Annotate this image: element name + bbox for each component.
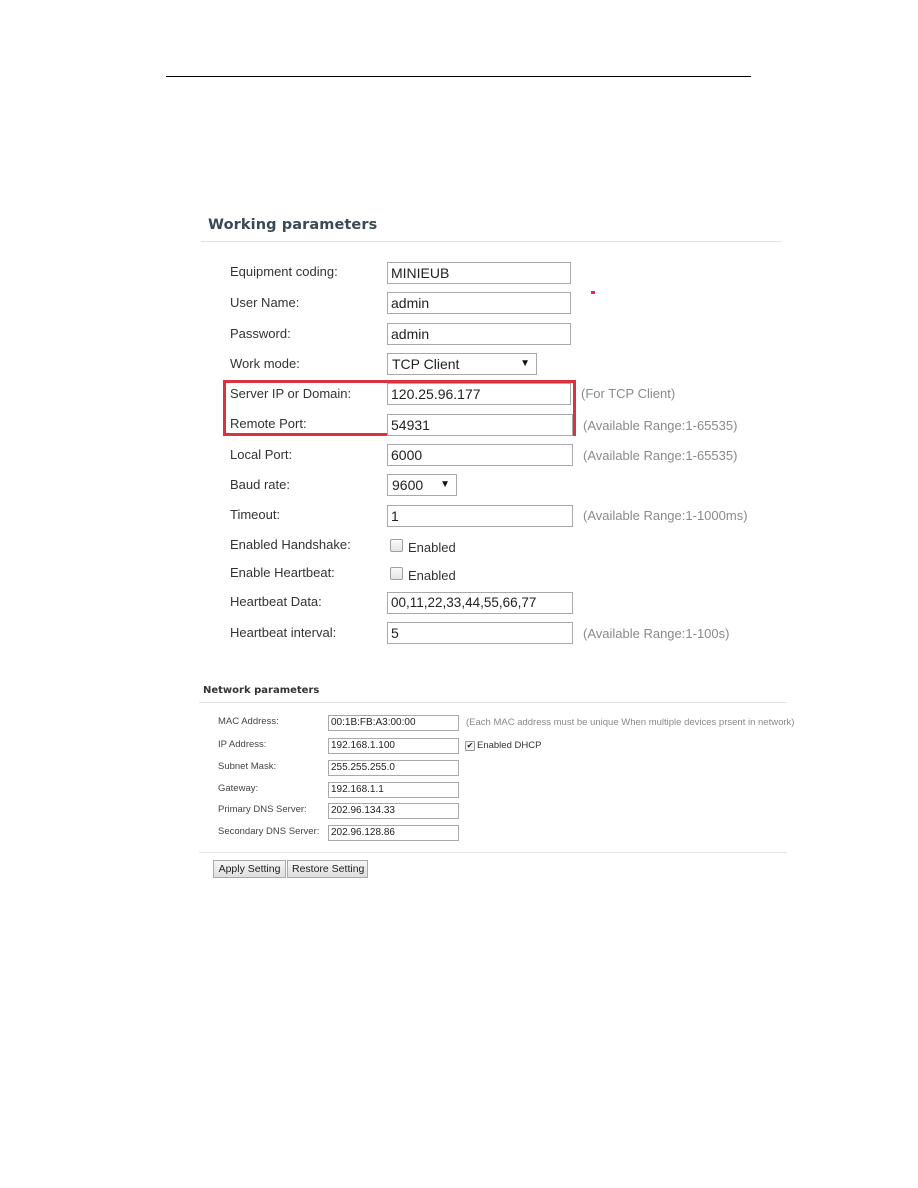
apply-setting-button[interactable]: Apply Setting — [213, 860, 286, 878]
page-header-rule — [166, 76, 751, 77]
mac-address-label: MAC Address: — [218, 716, 279, 727]
handshake-checkbox[interactable] — [390, 539, 403, 552]
local-port-hint: (Available Range:1-65535) — [583, 448, 738, 463]
local-port-input[interactable]: 6000 — [387, 444, 573, 466]
user-name-input[interactable]: admin — [387, 292, 571, 314]
dropdown-arrow-icon: ▼ — [440, 479, 450, 490]
work-mode-select[interactable]: TCP Client ▼ — [387, 353, 537, 375]
baud-rate-value: 9600 — [392, 477, 424, 493]
heartbeat-label: Enable Heartbeat: — [230, 565, 335, 580]
primary-dns-label: Primary DNS Server: — [218, 804, 307, 815]
checkmark-icon: ✔ — [466, 741, 474, 750]
heartbeat-interval-label: Heartbeat interval: — [230, 625, 337, 640]
dropdown-arrow-icon: ▼ — [520, 358, 530, 369]
work-mode-value: TCP Client — [392, 356, 460, 372]
server-ip-label: Server IP or Domain: — [230, 386, 352, 401]
heartbeat-interval-hint: (Available Range:1-100s) — [583, 626, 730, 641]
baud-rate-label: Baud rate: — [230, 477, 290, 492]
timeout-label: Timeout: — [230, 507, 281, 522]
heartbeat-checkbox[interactable] — [390, 567, 403, 580]
equipment-coding-input[interactable]: MINIEUB — [387, 262, 571, 284]
mac-address-hint: (Each MAC address must be unique When mu… — [466, 717, 795, 728]
timeout-input[interactable]: 1 — [387, 505, 573, 527]
restore-setting-button[interactable]: Restore Setting — [287, 860, 368, 878]
primary-dns-input[interactable]: 202.96.134.33 — [328, 803, 459, 819]
heartbeat-interval-input[interactable]: 5 — [387, 622, 573, 644]
ip-address-label: IP Address: — [218, 739, 267, 750]
remote-port-hint: (Available Range:1-65535) — [583, 418, 738, 433]
dhcp-checkbox-label: Enabled DHCP — [477, 740, 542, 751]
remote-port-label: Remote Port: — [230, 416, 307, 431]
heartbeat-checkbox-label: Enabled — [408, 568, 456, 583]
work-mode-label: Work mode: — [230, 356, 300, 371]
gateway-label: Gateway: — [218, 783, 259, 794]
handshake-checkbox-label: Enabled — [408, 540, 456, 555]
heartbeat-data-input[interactable]: 00,11,22,33,44,55,66,77 — [387, 592, 573, 614]
remote-port-input[interactable]: 54931 — [387, 414, 573, 436]
secondary-dns-input[interactable]: 202.96.128.86 — [328, 825, 459, 841]
network-parameters-title: Network parameters — [203, 685, 320, 696]
mac-address-input[interactable]: 00:1B:FB:A3:00:00 — [328, 715, 459, 731]
subnet-mask-input[interactable]: 255.255.255.0 — [328, 760, 459, 776]
buttons-divider — [199, 852, 787, 853]
secondary-dns-label: Secondary DNS Server: — [218, 826, 320, 837]
dhcp-checkbox[interactable]: ✔ — [465, 741, 475, 751]
password-input[interactable]: admin — [387, 323, 571, 345]
subnet-mask-label: Subnet Mask: — [218, 761, 277, 772]
equipment-coding-label: Equipment coding: — [230, 264, 338, 279]
timeout-hint: (Available Range:1-1000ms) — [583, 508, 748, 523]
annotation-dot — [591, 291, 595, 294]
server-ip-hint: (For TCP Client) — [581, 386, 676, 401]
working-parameters-title: Working parameters — [208, 217, 378, 233]
heartbeat-data-label: Heartbeat Data: — [230, 594, 322, 609]
local-port-label: Local Port: — [230, 447, 293, 462]
handshake-label: Enabled Handshake: — [230, 537, 351, 552]
ip-address-input[interactable]: 192.168.1.100 — [328, 738, 459, 754]
baud-rate-select[interactable]: 9600 ▼ — [387, 474, 457, 496]
gateway-input[interactable]: 192.168.1.1 — [328, 782, 459, 798]
password-label: Password: — [230, 326, 291, 341]
server-ip-input[interactable]: 120.25.96.177 — [387, 383, 571, 405]
user-name-label: User Name: — [230, 295, 300, 310]
working-parameters-divider — [201, 241, 781, 242]
network-parameters-divider — [199, 702, 787, 703]
